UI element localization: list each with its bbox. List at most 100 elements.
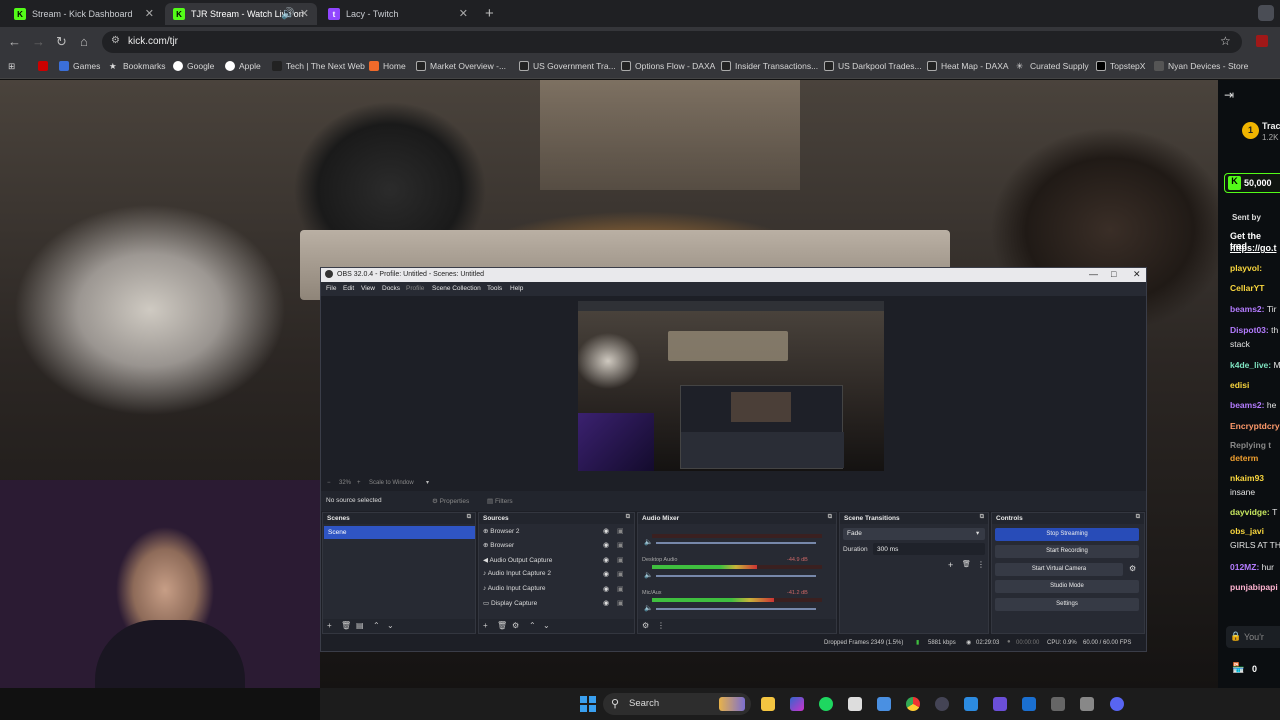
eye-icon[interactable]: ◉ — [603, 599, 609, 607]
chat-username[interactable]: k4de_live: — [1230, 360, 1271, 370]
source-row[interactable]: ♪ Audio Input Capture 2 ◉ ▣ — [483, 570, 624, 578]
bookmark-curated-supply[interactable]: ✳ Curated Supply — [1016, 61, 1089, 71]
lock-icon[interactable]: ▣ — [617, 570, 624, 578]
chat-username[interactable]: 012MZ: — [1230, 562, 1259, 572]
undock-icon[interactable]: ⧉ — [828, 514, 832, 521]
undock-icon[interactable]: ⧉ — [626, 514, 630, 521]
store-icon[interactable]: 🏪 — [1232, 663, 1244, 674]
chat-username[interactable]: nkaim93 — [1230, 473, 1264, 483]
settings-icon[interactable] — [1051, 697, 1065, 711]
zoom-out-icon[interactable]: − — [327, 480, 331, 486]
app-icon[interactable] — [1080, 697, 1094, 711]
more-icon[interactable]: ⋮ — [977, 560, 985, 569]
bookmark-youtube[interactable] — [38, 61, 52, 71]
transition-select[interactable]: Fade ▾ — [843, 528, 985, 540]
trash-icon[interactable]: 🗑 — [962, 560, 971, 568]
promo-link[interactable]: https://go.t — [1230, 243, 1277, 253]
apps-grid-icon[interactable]: ⊞ — [8, 61, 15, 72]
duration-input[interactable]: 300 ms — [873, 543, 985, 555]
menu-scene-collection[interactable]: Scene Collection — [432, 285, 481, 292]
chat-username[interactable]: determ — [1230, 453, 1258, 463]
more-icon[interactable]: ⋮ — [657, 621, 665, 630]
bookmark-insider-transactions[interactable]: Insider Transactions... — [721, 61, 818, 71]
chat-username[interactable]: CellarYT — [1230, 283, 1265, 293]
filter-icon[interactable]: ▤ — [356, 621, 364, 630]
bookmark-heat-map[interactable]: Heat Map - DAXA — [927, 61, 1009, 71]
photos-icon[interactable] — [877, 697, 891, 711]
bookmark-topstepx[interactable]: TopstepX — [1096, 61, 1145, 71]
forward-icon[interactable]: → — [32, 34, 45, 49]
store-icon[interactable] — [848, 697, 862, 711]
bookmark-games[interactable]: Games — [59, 61, 100, 71]
back-icon[interactable]: ← — [8, 34, 21, 49]
add-icon[interactable]: + — [948, 560, 953, 570]
obs-preview[interactable] — [578, 301, 884, 471]
move-down-icon[interactable]: ⌄ — [543, 621, 550, 630]
bookmark-google[interactable]: Google — [173, 61, 214, 71]
studio-mode-button[interactable]: Studio Mode — [995, 580, 1139, 593]
chat-username[interactable]: beams2: — [1230, 400, 1265, 410]
trash-icon[interactable]: 🗑 — [497, 621, 507, 630]
source-row[interactable]: ⊕ Browser 2 ◉ ▣ — [483, 527, 624, 535]
bookmark-bookmarks[interactable]: ★ Bookmarks — [109, 61, 166, 71]
undock-icon[interactable]: ⧉ — [1136, 514, 1140, 521]
lock-icon[interactable]: ▣ — [617, 585, 624, 593]
taskbar-search[interactable]: ⚲ Search — [603, 693, 751, 715]
chat-username[interactable]: Replying t — [1230, 440, 1271, 450]
windows-start-icon[interactable] — [580, 696, 596, 712]
kicks-counter[interactable]: K 50,000 — [1224, 173, 1280, 193]
tab-kick-dashboard[interactable]: K Stream - Kick Dashboard ✕ — [6, 3, 162, 25]
app-icon[interactable] — [964, 697, 978, 711]
chat-input[interactable]: 🔒 You'r — [1226, 626, 1280, 648]
zoom-in-icon[interactable]: + — [357, 480, 361, 486]
app-icon[interactable] — [1022, 697, 1036, 711]
menu-docks[interactable]: Docks — [382, 285, 400, 292]
scale-select[interactable]: Scale to Window — [369, 480, 414, 486]
chat-username[interactable]: obs_javi — [1230, 526, 1264, 536]
menu-view[interactable]: View — [361, 285, 375, 292]
gear-icon[interactable]: ⚙ — [512, 621, 519, 630]
bookmark-home[interactable]: Home — [369, 61, 406, 71]
chat-username[interactable]: Dispot03: — [1230, 325, 1269, 335]
url-input[interactable]: ⚙ kick.com/tjr ☆ — [102, 31, 1242, 53]
close-icon[interactable]: ✕ — [145, 7, 154, 20]
source-row[interactable]: ⊕ Browser ◉ ▣ — [483, 541, 624, 549]
trash-icon[interactable]: 🗑 — [341, 621, 351, 630]
menu-tools[interactable]: Tools — [487, 285, 502, 292]
lock-icon[interactable]: ▣ — [617, 556, 624, 564]
speaker-icon[interactable]: 🔈 — [644, 571, 653, 579]
chat-username[interactable]: Encryptdcry — [1230, 421, 1280, 431]
lock-icon[interactable]: ▣ — [617, 599, 624, 607]
chat-username[interactable]: edisi — [1230, 380, 1249, 390]
start-virtual-camera-button[interactable]: Start Virtual Camera — [995, 563, 1123, 576]
bookmark-market-overview[interactable]: Market Overview -... — [416, 61, 506, 71]
bookmark-us-darkpool[interactable]: US Darkpool Trades... — [824, 61, 922, 71]
bookmark-tnw[interactable]: Tech | The Next Web — [272, 61, 365, 71]
menu-edit[interactable]: Edit — [343, 285, 354, 292]
close-icon[interactable]: ✕ — [1133, 269, 1141, 280]
collapse-chat-icon[interactable]: ⇥ — [1224, 88, 1234, 102]
menu-file[interactable]: File — [326, 285, 336, 292]
chat-username[interactable]: playvol: — [1230, 263, 1262, 273]
stop-streaming-button[interactable]: Stop Streaming — [995, 528, 1139, 541]
close-icon[interactable]: ✕ — [459, 7, 468, 20]
chevron-down-icon[interactable]: ▾ — [426, 479, 429, 486]
chat-username[interactable]: beams2: — [1230, 304, 1265, 314]
reload-icon[interactable]: ↻ — [56, 34, 67, 50]
speaker-icon[interactable]: 🔊 — [281, 7, 295, 20]
chrome-icon[interactable] — [906, 697, 920, 711]
move-up-icon[interactable]: ⌃ — [373, 621, 380, 630]
tab-search-icon[interactable] — [1258, 5, 1274, 21]
volume-slider[interactable] — [656, 542, 816, 544]
bookmark-nyan-devices[interactable]: Nyan Devices - Store — [1154, 61, 1248, 71]
close-icon[interactable]: ✕ — [300, 7, 309, 20]
bookmark-star-icon[interactable]: ☆ — [1220, 34, 1231, 48]
speaker-icon[interactable]: 🔈 — [644, 538, 653, 546]
bookmark-options-flow[interactable]: Options Flow - DAXA — [621, 61, 715, 71]
start-recording-button[interactable]: Start Recording — [995, 545, 1139, 558]
eye-icon[interactable]: ◉ — [603, 541, 609, 549]
spotify-icon[interactable] — [819, 697, 833, 711]
move-down-icon[interactable]: ⌄ — [387, 621, 394, 630]
eye-icon[interactable]: ◉ — [603, 527, 609, 535]
app-grid-icon[interactable] — [993, 697, 1007, 711]
